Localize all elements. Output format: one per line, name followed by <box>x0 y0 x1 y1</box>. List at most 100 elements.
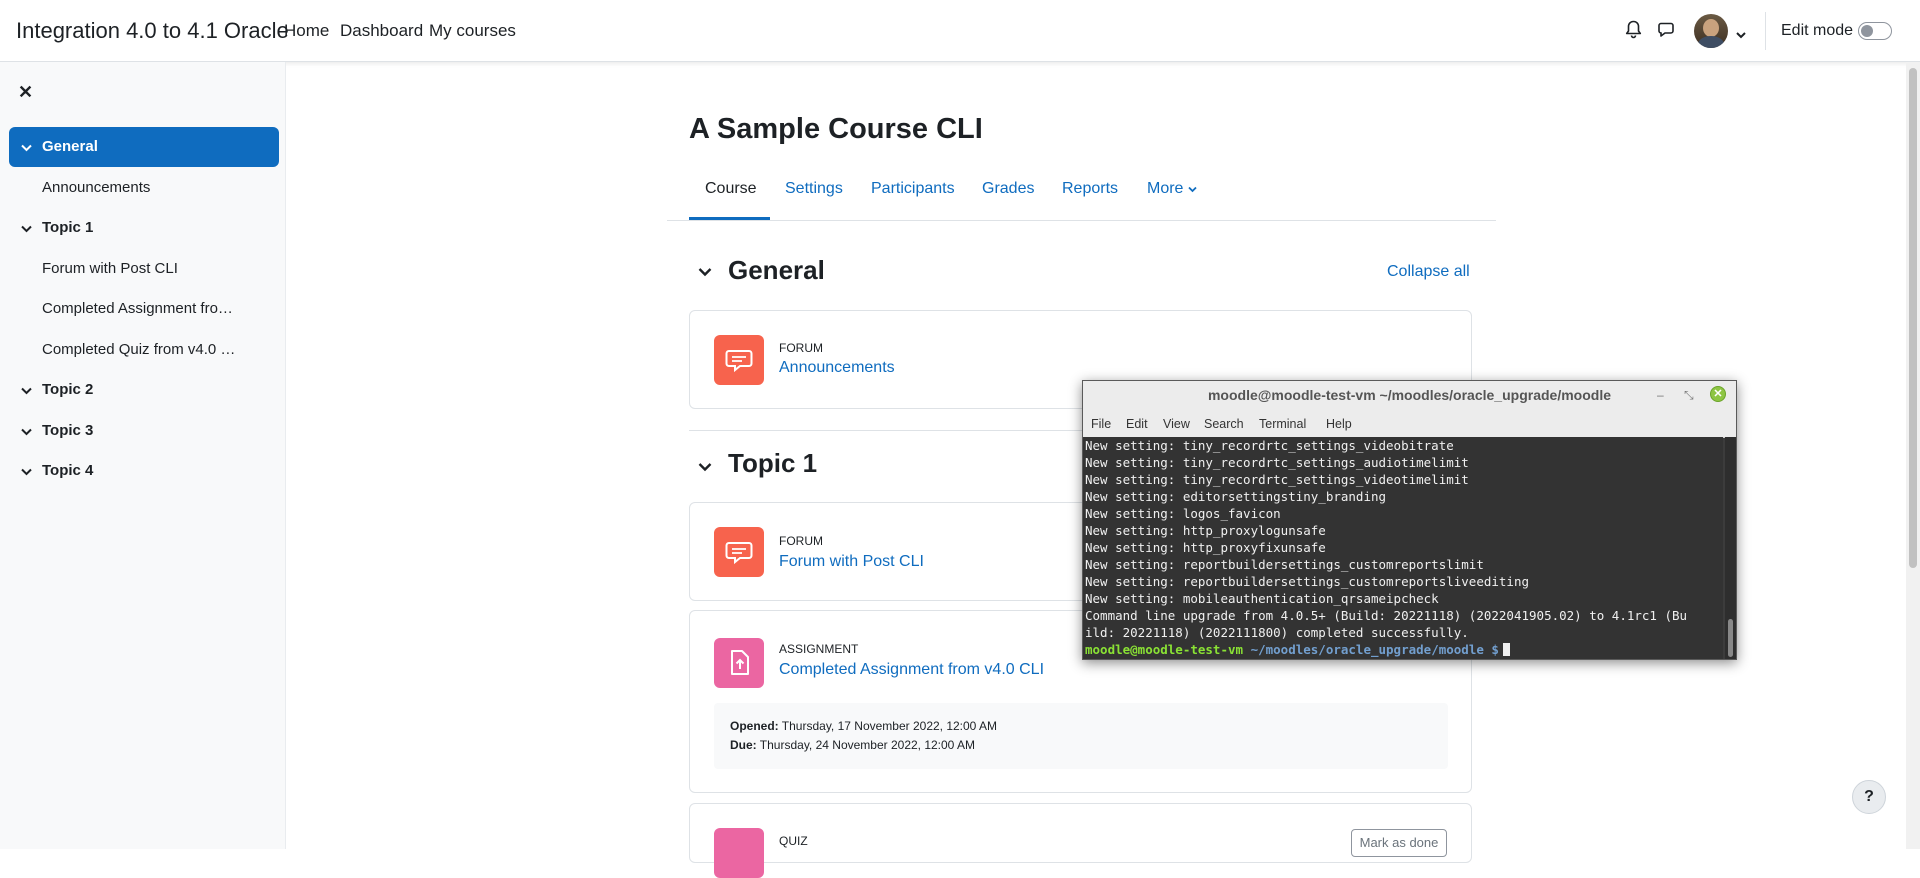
mark-as-done-button[interactable]: Mark as done <box>1351 829 1447 857</box>
close-icon[interactable]: ✕ <box>1710 386 1726 402</box>
course-index-completed-quiz[interactable]: Completed Quiz from v4.0 … <box>9 330 279 370</box>
terminal-scrollbar[interactable] <box>1725 437 1736 659</box>
terminal-line: Command line upgrade from 4.0.5+ (Build:… <box>1085 608 1688 623</box>
edit-mode-label: Edit mode <box>1781 22 1854 39</box>
terminal-line: New setting: reportbuildersettings_custo… <box>1085 557 1484 572</box>
page-title: A Sample Course CLI <box>689 113 983 145</box>
minimize-icon[interactable]: – <box>1657 388 1664 402</box>
due-value: Thursday, 24 November 2022, 12:00 AM <box>759 738 976 752</box>
course-tabs: Course Settings Participants Grades Repo… <box>667 168 1496 221</box>
activity-link[interactable]: Forum with Post CLI <box>779 553 924 571</box>
navbar-divider <box>1765 12 1766 50</box>
prompt-user: moodle@moodle-test-vm <box>1085 642 1244 657</box>
course-index-forum-with-post[interactable]: Forum with Post CLI <box>9 249 279 289</box>
terminal-title: moodle@moodle-test-vm ~/moodles/oracle_u… <box>1207 387 1611 403</box>
activity-link[interactable]: Announcements <box>779 359 895 377</box>
terminal-prompt: moodle@moodle-test-vm ~/moodles/oracle_u… <box>1085 641 1510 658</box>
course-index-label: Topic 1 <box>42 219 94 236</box>
close-drawer-icon[interactable]: ✕ <box>18 82 33 103</box>
terminal-line: New setting: editorsettingstiny_branding <box>1085 489 1387 504</box>
activity-card-quiz: QUIZ Mark as done <box>689 803 1472 878</box>
terminal-line: New setting: tiny_recordrtc_settings_vid… <box>1085 438 1454 453</box>
activity-type: FORUM <box>779 534 823 548</box>
chevron-down-icon[interactable] <box>21 139 32 156</box>
terminal-line: ild: 20221118) (2022111800) completed su… <box>1085 625 1469 640</box>
terminal-line: New setting: http_proxyfixunsafe <box>1085 540 1326 555</box>
bell-icon[interactable] <box>1625 20 1642 44</box>
course-index-general[interactable]: General <box>9 127 279 167</box>
collapse-all-link[interactable]: Collapse all <box>1387 263 1470 281</box>
activity-type: ASSIGNMENT <box>779 642 859 656</box>
menu-search[interactable]: Search <box>1204 417 1244 431</box>
course-index-announcements[interactable]: Announcements <box>9 168 279 208</box>
terminal-window[interactable]: moodle@moodle-test-vm ~/moodles/oracle_u… <box>1082 380 1737 660</box>
nav-home[interactable]: Home <box>284 21 329 41</box>
tab-course[interactable]: Course <box>705 180 757 198</box>
tab-settings[interactable]: Settings <box>785 180 843 198</box>
terminal-line: New setting: mobileauthentication_qrsame… <box>1085 591 1439 606</box>
chevron-down-icon[interactable] <box>1736 26 1746 44</box>
terminal-menubar: File Edit View Search Terminal Help <box>1083 411 1736 438</box>
chevron-down-icon[interactable] <box>698 264 712 282</box>
chevron-down-icon[interactable] <box>698 459 712 477</box>
menu-view[interactable]: View <box>1163 417 1190 431</box>
menu-help[interactable]: Help <box>1326 417 1352 431</box>
section-title-topic-1: Topic 1 <box>728 448 818 478</box>
terminal-output[interactable]: New setting: tiny_recordrtc_settings_vid… <box>1083 437 1723 659</box>
menu-edit[interactable]: Edit <box>1126 417 1148 431</box>
activity-link[interactable]: Completed Assignment from v4.0 CLI <box>779 661 1044 679</box>
nav-my-courses[interactable]: My courses <box>429 21 516 41</box>
activity-dates: Opened: Thursday, 17 November 2022, 12:0… <box>714 703 1448 769</box>
edit-mode-toggle[interactable] <box>1858 22 1892 40</box>
activity-type: QUIZ <box>779 834 808 848</box>
terminal-cursor <box>1502 643 1510 656</box>
course-index-label: Completed Assignment fro… <box>42 300 233 317</box>
active-tab-indicator <box>689 217 770 220</box>
prompt-path: ~/moodles/oracle_upgrade/moodle $ <box>1243 642 1499 657</box>
course-index-label: General <box>42 138 98 155</box>
tab-grades[interactable]: Grades <box>982 180 1034 198</box>
assignment-icon <box>714 638 764 688</box>
chevron-down-icon[interactable] <box>21 423 32 440</box>
terminal-titlebar[interactable]: moodle@moodle-test-vm ~/moodles/oracle_u… <box>1083 381 1736 412</box>
user-avatar[interactable] <box>1694 14 1728 48</box>
course-index-label: Topic 2 <box>42 381 94 398</box>
course-index-topic-3[interactable]: Topic 3 <box>9 411 279 451</box>
terminal-line: New setting: tiny_recordrtc_settings_aud… <box>1085 455 1469 470</box>
chevron-down-icon <box>1188 186 1197 193</box>
course-index-topic-1[interactable]: Topic 1 <box>9 208 279 248</box>
chat-bubbles-icon[interactable] <box>1657 22 1675 43</box>
course-index-topic-4[interactable]: Topic 4 <box>9 451 279 491</box>
activity-type: FORUM <box>779 341 823 355</box>
menu-terminal[interactable]: Terminal <box>1259 417 1306 431</box>
tab-more[interactable]: More <box>1147 180 1197 198</box>
course-index-completed-assignment[interactable]: Completed Assignment fro… <box>9 289 279 329</box>
tab-reports[interactable]: Reports <box>1062 180 1118 198</box>
tab-more-label: More <box>1147 180 1184 197</box>
course-index-topic-2[interactable]: Topic 2 <box>9 370 279 410</box>
course-index-label: Topic 4 <box>42 462 94 479</box>
course-index-label: Announcements <box>42 179 151 196</box>
course-index-label: Forum with Post CLI <box>42 260 178 277</box>
page-scrollbar[interactable] <box>1906 62 1920 849</box>
forum-icon <box>714 335 764 385</box>
chevron-down-icon[interactable] <box>21 382 32 399</box>
due-label: Due: <box>730 738 757 752</box>
course-index-label: Topic 3 <box>42 422 94 439</box>
forum-icon <box>714 527 764 577</box>
menu-file[interactable]: File <box>1091 417 1111 431</box>
course-index-label: Completed Quiz from v4.0 … <box>42 341 236 358</box>
chevron-down-icon[interactable] <box>21 220 32 237</box>
site-name[interactable]: Integration 4.0 to 4.1 Oracle <box>16 18 289 44</box>
help-button[interactable]: ? <box>1852 780 1886 814</box>
terminal-line: New setting: reportbuildersettings_custo… <box>1085 574 1530 589</box>
opened-label: Opened: <box>730 719 779 733</box>
course-index-drawer: ✕ General Announcements Topic 1 Forum wi… <box>0 62 286 849</box>
section-title-general: General <box>728 255 825 285</box>
opened-value: Thursday, 17 November 2022, 12:00 AM <box>781 719 998 733</box>
due-date: Due: Thursday, 24 November 2022, 12:00 A… <box>730 738 975 752</box>
restore-icon[interactable]: ⤡ <box>1684 388 1694 403</box>
tab-participants[interactable]: Participants <box>871 180 955 198</box>
nav-dashboard[interactable]: Dashboard <box>340 21 423 41</box>
chevron-down-icon[interactable] <box>21 463 32 480</box>
